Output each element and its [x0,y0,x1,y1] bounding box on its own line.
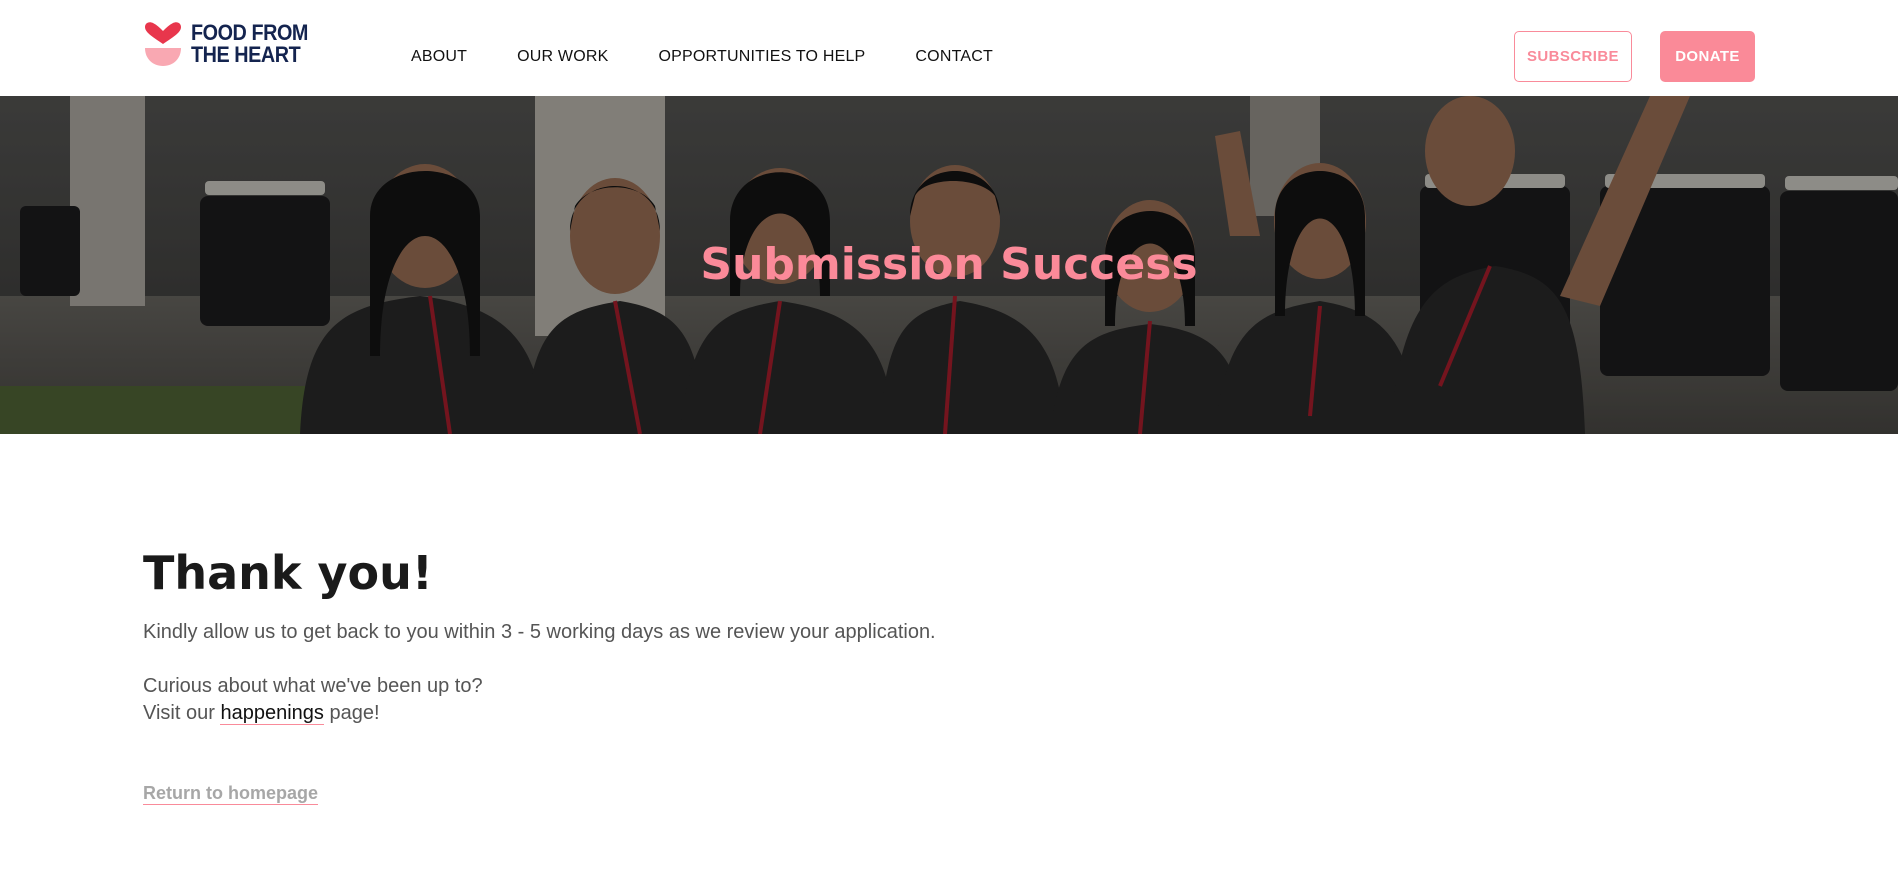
nav-contact[interactable]: CONTACT [915,47,993,67]
visit-prefix: Visit our [143,702,221,724]
site-header: FOOD FROM THE HEART ABOUT OUR WORK OPPOR… [0,0,1898,96]
nav-about[interactable]: ABOUT [411,47,467,67]
visit-suffix: page! [323,702,380,724]
curious-text: Curious about what we've been up to? Vis… [143,673,1243,727]
heart-logo-icon [145,22,181,66]
main-content: Thank you! Kindly allow us to get back t… [143,545,1243,805]
site-logo[interactable]: FOOD FROM THE HEART [143,22,321,68]
donate-button[interactable]: DONATE [1660,31,1755,82]
logo-line1: FOOD FROM [191,20,308,45]
thank-you-heading: Thank you! [143,546,433,600]
subscribe-button[interactable]: SUBSCRIBE [1514,31,1632,82]
nav-opportunities-to-help[interactable]: OPPORTUNITIES TO HELP [659,47,866,67]
review-notice: Kindly allow us to get back to you withi… [143,621,936,643]
return-to-homepage-link[interactable]: Return to homepage [143,782,319,805]
hero-title: Submission Success [700,239,1198,290]
main-nav: ABOUT OUR WORK OPPORTUNITIES TO HELP CON… [411,47,1043,67]
logo-wordmark: FOOD FROM THE HEART [191,22,308,66]
curious-line: Curious about what we've been up to? [143,675,483,697]
nav-our-work[interactable]: OUR WORK [517,47,608,67]
happenings-link[interactable]: happenings [220,702,324,725]
logo-line2: THE HEART [191,42,301,67]
hero-banner: Submission Success [0,96,1898,434]
